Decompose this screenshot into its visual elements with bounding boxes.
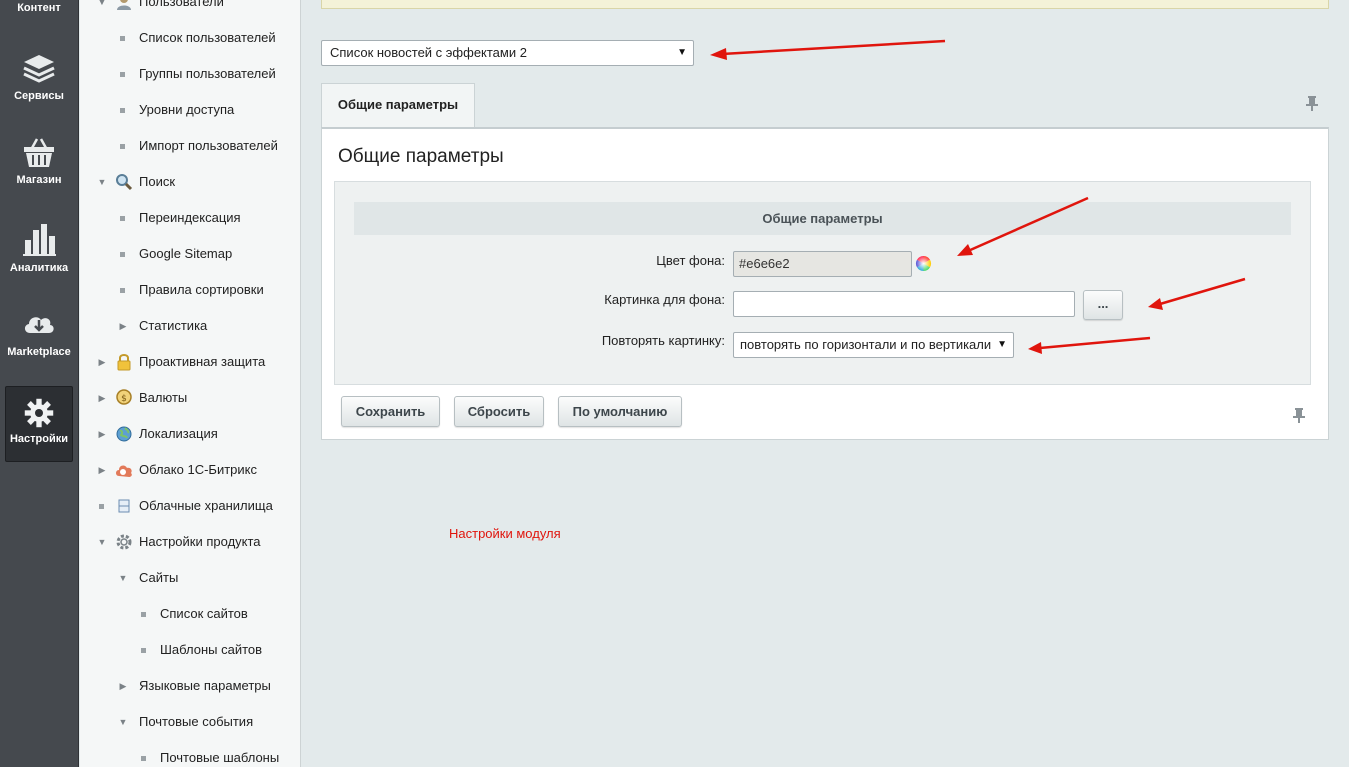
- expanded-arrow-icon[interactable]: ▼: [118, 712, 128, 732]
- bullet-icon: [120, 144, 125, 149]
- collapsed-arrow-icon[interactable]: ▶: [97, 424, 107, 444]
- storage-icon: [118, 499, 130, 513]
- settings-gear-icon: [116, 534, 132, 550]
- admin-menu-tree: ▼ Пользователи Список пользователей Груп…: [80, 0, 301, 767]
- cloud-download-icon: [24, 317, 54, 333]
- bullet-icon: [120, 216, 125, 221]
- lock-icon: [117, 354, 131, 371]
- leftbar-item-settings[interactable]: Настройки: [5, 386, 73, 462]
- svg-text:$: $: [121, 394, 127, 404]
- leftbar-label-settings: Настройки: [9, 433, 69, 445]
- leftbar-label-analytics: Аналитика: [9, 262, 69, 274]
- bullet-icon: [120, 36, 125, 41]
- coin-icon: $: [116, 389, 132, 405]
- expanded-arrow-icon[interactable]: ▼: [118, 568, 128, 588]
- browse-button[interactable]: ...: [1083, 290, 1123, 320]
- leftbar-item-services[interactable]: Сервисы: [5, 50, 73, 102]
- repeat-select[interactable]: повторять по горизонтали и по вертикали …: [733, 332, 1014, 358]
- expanded-arrow-icon[interactable]: ▼: [97, 172, 107, 192]
- basket-icon: [24, 138, 54, 167]
- expanded-arrow-icon[interactable]: ▼: [97, 532, 107, 552]
- gear-icon: [24, 398, 54, 428]
- dropdown-caret-icon: ▼: [677, 47, 687, 58]
- search-icon: [116, 174, 133, 191]
- reset-button[interactable]: Сбросить: [454, 396, 544, 427]
- collapsed-arrow-icon[interactable]: ▶: [97, 352, 107, 372]
- settings-form: Общие параметры Цвет фона: #e6e6e2 Карти…: [334, 181, 1311, 385]
- pin-icon[interactable]: [1305, 95, 1319, 111]
- leftbar-label-content: Контент: [17, 2, 61, 14]
- collapsed-arrow-icon[interactable]: ▶: [97, 388, 107, 408]
- leftbar-item-analytics[interactable]: Аналитика: [5, 222, 73, 274]
- bullet-icon: [141, 612, 146, 617]
- bg-image-label: Картинка для фона:: [604, 292, 725, 307]
- bullet-icon: [120, 288, 125, 293]
- bullet-icon: [141, 648, 146, 653]
- collapsed-arrow-icon[interactable]: ▶: [97, 460, 107, 480]
- bg-image-input[interactable]: [733, 291, 1075, 317]
- leftbar-item-shop[interactable]: Магазин: [5, 134, 73, 186]
- default-button[interactable]: По умолчанию: [558, 396, 682, 427]
- pin-icon[interactable]: [1292, 407, 1306, 423]
- leftbar-item-content[interactable]: Контент: [5, 2, 73, 14]
- bullet-icon: [120, 72, 125, 77]
- save-button[interactable]: Сохранить: [341, 396, 440, 427]
- leftbar-item-marketplace[interactable]: Marketplace: [5, 306, 73, 358]
- settings-panel: Общие параметры Общие параметры Цвет фон…: [321, 127, 1329, 440]
- module-settings-note: Настройки модуля: [449, 526, 561, 541]
- bullet-icon: [99, 504, 104, 509]
- dropdown-caret-icon: ▼: [997, 339, 1007, 350]
- repeat-label: Повторять картинку:: [601, 333, 725, 348]
- module-select[interactable]: Список новостей с эффектами 2 ▼: [321, 40, 694, 66]
- leftbar-label-shop: Магазин: [16, 174, 62, 186]
- bar-chart-icon: [23, 224, 56, 256]
- tab-bar: Общие параметры: [321, 83, 1329, 128]
- module-select-value: Список новостей с эффектами 2: [330, 45, 527, 60]
- notice-bar: [321, 0, 1329, 9]
- collapsed-arrow-icon[interactable]: ▶: [118, 676, 128, 696]
- bullet-icon: [120, 252, 125, 257]
- bg-color-label: Цвет фона:: [656, 253, 725, 268]
- color-picker-icon[interactable]: [915, 255, 932, 272]
- bg-color-input[interactable]: #e6e6e2: [733, 251, 912, 277]
- section-heading: Общие параметры: [354, 202, 1291, 235]
- bullet-icon: [141, 756, 146, 761]
- panel-title: Общие параметры: [338, 146, 504, 167]
- globe-icon: [116, 426, 132, 442]
- bullet-icon: [120, 108, 125, 113]
- user-icon: [117, 0, 131, 10]
- left-toolbar: Контент Сервисы Магазин Аналитика Market…: [0, 0, 79, 767]
- layers-icon: [23, 55, 55, 83]
- expanded-arrow-icon[interactable]: ▼: [97, 0, 107, 12]
- leftbar-label-marketplace: Marketplace: [7, 346, 71, 358]
- tab-general-params[interactable]: Общие параметры: [321, 83, 475, 128]
- collapsed-arrow-icon[interactable]: ▶: [118, 316, 128, 336]
- leftbar-label-services: Сервисы: [14, 90, 64, 102]
- bitrix-cloud-icon: [116, 465, 132, 477]
